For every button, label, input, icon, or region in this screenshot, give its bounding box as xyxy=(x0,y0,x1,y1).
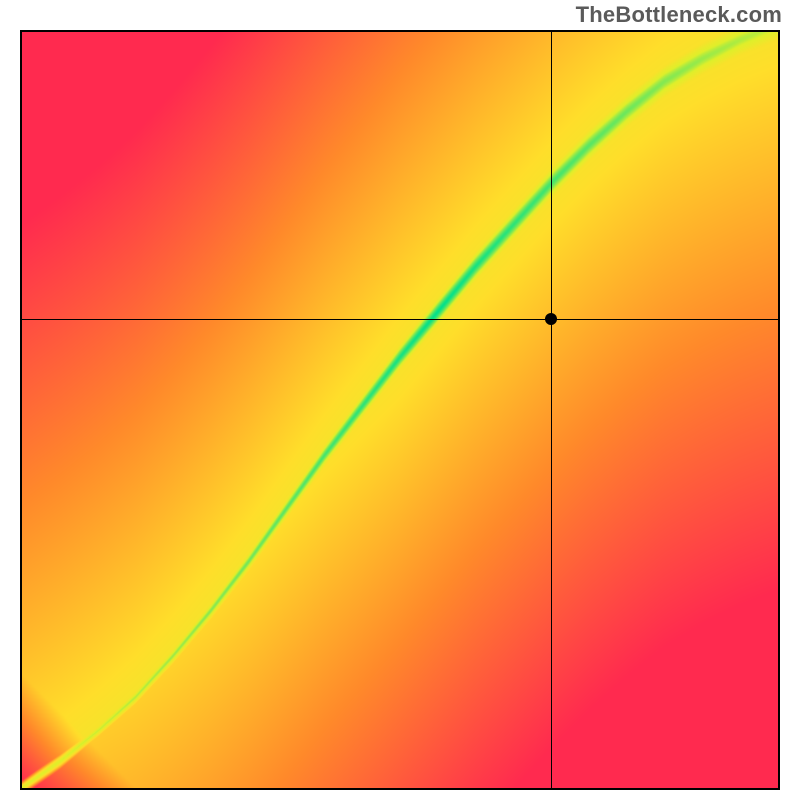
operating-point-marker xyxy=(545,313,557,325)
crosshair-horizontal xyxy=(22,319,778,320)
heatmap-canvas xyxy=(22,32,778,788)
crosshair-vertical xyxy=(551,32,552,788)
heatmap-plot xyxy=(20,30,780,790)
watermark-text: TheBottleneck.com xyxy=(576,2,782,28)
